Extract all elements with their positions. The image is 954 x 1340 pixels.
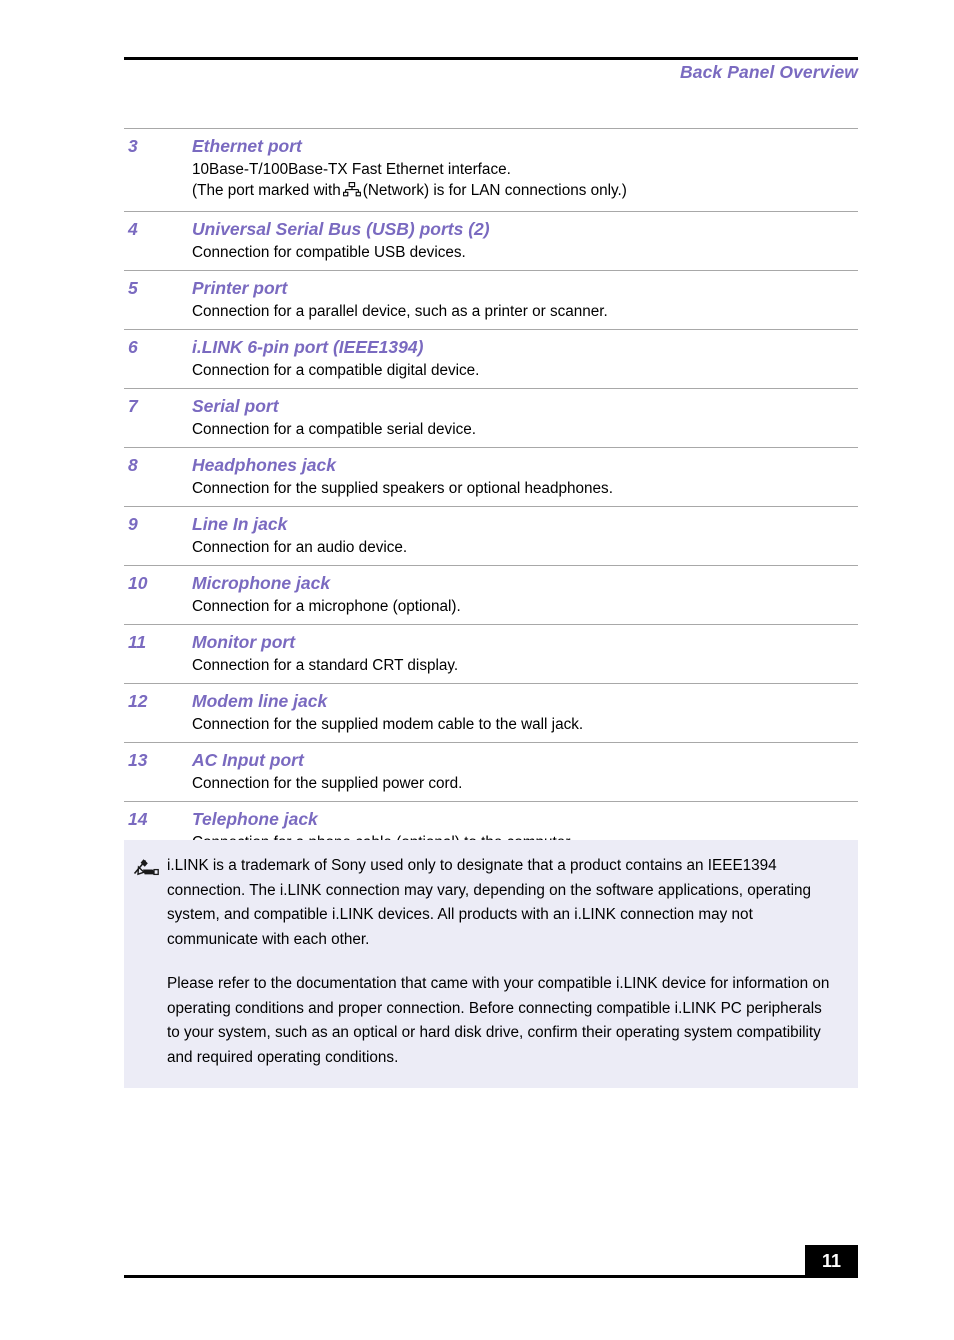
port-body: Headphones jack Connection for the suppl… (192, 453, 858, 499)
port-number: 8 (128, 455, 138, 475)
port-number: 14 (128, 809, 148, 829)
port-title: Modem line jack (192, 691, 328, 711)
table-row: 13 AC Input port Connection for the supp… (124, 742, 858, 801)
network-icon (342, 182, 361, 204)
footer-rule (124, 1275, 858, 1278)
port-body: i.LINK 6-pin port (IEEE1394) Connection … (192, 335, 858, 381)
port-body: Monitor port Connection for a standard C… (192, 630, 858, 676)
port-description-prefix: (The port marked with (192, 182, 341, 199)
port-title: Monitor port (192, 632, 296, 652)
port-number: 10 (128, 573, 148, 593)
table-row: 8 Headphones jack Connection for the sup… (124, 447, 858, 506)
port-number: 5 (128, 278, 138, 298)
port-description-line: Connection for the supplied modem cable … (192, 716, 584, 733)
port-number: 11 (128, 632, 147, 652)
table-row: 10 Microphone jack Connection for a micr… (124, 565, 858, 624)
port-body: Line In jack Connection for an audio dev… (192, 512, 858, 558)
port-body: Microphone jack Connection for a microph… (192, 571, 858, 617)
port-number: 12 (128, 691, 148, 711)
back-panel-port-table: 3 Ethernet port 10Base-T/100Base-TX Fast… (124, 128, 858, 861)
port-description-line: Connection for compatible USB devices. (192, 244, 466, 261)
port-title: Universal Serial Bus (USB) ports (2) (192, 219, 490, 239)
port-title: Printer port (192, 278, 288, 298)
port-body: Modem line jack Connection for the suppl… (192, 689, 858, 735)
port-title: Telephone jack (192, 809, 318, 829)
port-description-line: Connection for a standard CRT display. (192, 657, 459, 674)
table-row: 7 Serial port Connection for a compatibl… (124, 388, 858, 447)
port-title: Microphone jack (192, 573, 331, 593)
port-description-line: Connection for the supplied power cord. (192, 775, 463, 792)
note-paragraph-block: i.LINK is a trademark of Sony used only … (124, 854, 858, 952)
page-number: 11 (821, 1251, 842, 1271)
note-paragraph-2: Please refer to the documentation that c… (167, 975, 830, 1066)
page-header-title: Back Panel Overview (680, 62, 858, 82)
port-description-line: Connection for the supplied speakers or … (192, 480, 613, 497)
port-title: i.LINK 6-pin port (IEEE1394) (192, 337, 424, 357)
port-description-suffix: (Network) is for LAN connections only.) (362, 182, 627, 199)
port-title: Headphones jack (192, 455, 336, 475)
table-row: 5 Printer port Connection for a parallel… (124, 270, 858, 329)
port-number: 13 (128, 750, 148, 770)
note-paragraph-block: Please refer to the documentation that c… (124, 972, 858, 1070)
table-row: 12 Modem line jack Connection for the su… (124, 683, 858, 742)
port-description-line: 10Base-T/100Base-TX Fast Ethernet interf… (192, 161, 511, 178)
page-number-badge: 11 (805, 1245, 858, 1278)
port-number: 4 (128, 219, 138, 239)
port-description-line: Connection for an audio device. (192, 539, 408, 556)
port-body: Universal Serial Bus (USB) ports (2) Con… (192, 217, 858, 263)
port-body: Ethernet port 10Base-T/100Base-TX Fast E… (192, 134, 858, 204)
port-number: 6 (128, 337, 138, 357)
port-number: 7 (128, 396, 138, 416)
port-description-line: Connection for a parallel device, such a… (192, 303, 608, 320)
document-page: Back Panel Overview 3 Ethernet port 10Ba… (0, 0, 954, 1340)
port-title: Line In jack (192, 514, 288, 534)
port-body: Serial port Connection for a compatible … (192, 394, 858, 440)
table-row: 6 i.LINK 6-pin port (IEEE1394) Connectio… (124, 329, 858, 388)
table-row: 3 Ethernet port 10Base-T/100Base-TX Fast… (124, 128, 858, 211)
table-row: 4 Universal Serial Bus (USB) ports (2) C… (124, 211, 858, 270)
header-rule (124, 57, 858, 60)
port-description-line: Connection for a compatible digital devi… (192, 362, 480, 379)
note-paragraph-1: i.LINK is a trademark of Sony used only … (167, 857, 812, 948)
port-title: Serial port (192, 396, 279, 416)
port-body: AC Input port Connection for the supplie… (192, 748, 858, 794)
port-body: Printer port Connection for a parallel d… (192, 276, 858, 322)
table-row: 9 Line In jack Connection for an audio d… (124, 506, 858, 565)
port-number: 9 (128, 514, 138, 534)
table-row: 11 Monitor port Connection for a standar… (124, 624, 858, 683)
port-description-line: Connection for a compatible serial devic… (192, 421, 476, 438)
note-callout-box: i.LINK is a trademark of Sony used only … (124, 840, 858, 1088)
port-description-line-network: (The port marked with (Network) is for LA… (192, 180, 858, 204)
port-title: AC Input port (192, 750, 304, 770)
port-description-line: Connection for a microphone (optional). (192, 598, 461, 615)
port-title: Ethernet port (192, 136, 302, 156)
note-pencil-icon (132, 857, 160, 877)
port-number: 3 (128, 136, 138, 156)
